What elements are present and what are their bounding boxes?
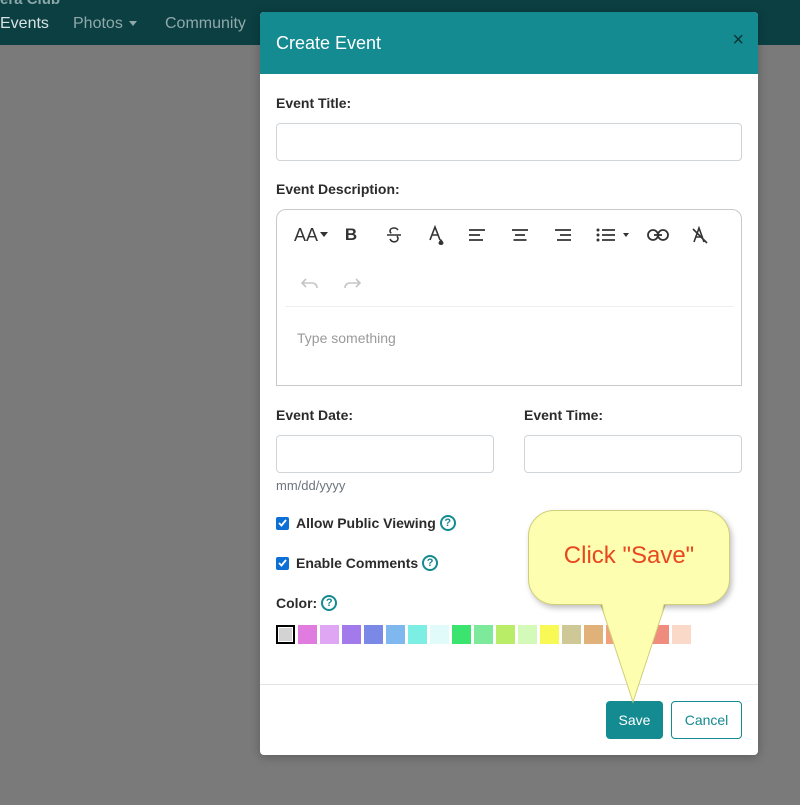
nav-item-photos-label: Photos [73, 15, 123, 32]
color-label: Color: [276, 595, 318, 611]
align-center-icon[interactable] [506, 221, 534, 249]
color-swatch[interactable] [672, 625, 691, 644]
color-swatch[interactable] [584, 625, 603, 644]
modal-title: Create Event [276, 33, 382, 53]
callout-text: Click "Save" [563, 541, 695, 569]
event-time-label: Event Time: [524, 407, 604, 423]
allow-public-viewing-checkbox[interactable] [276, 516, 289, 530]
color-swatch[interactable] [320, 625, 339, 644]
align-left-icon[interactable] [463, 221, 491, 249]
allow-public-viewing-label[interactable]: Allow Public Viewing [296, 515, 436, 531]
help-icon[interactable]: ? [439, 515, 456, 531]
color-swatch[interactable] [430, 625, 449, 644]
redo-icon[interactable] [338, 270, 366, 298]
undo-icon[interactable] [296, 270, 324, 298]
allow-public-viewing-row: Allow Public Viewing ? [276, 515, 456, 531]
nav-item-photos[interactable]: Photos [73, 15, 137, 33]
color-swatch[interactable] [276, 625, 295, 644]
color-swatch[interactable] [518, 625, 537, 644]
create-event-modal: Create Event × Event Title: Event Descri… [260, 12, 758, 755]
rich-text-editor: AA B Type something [276, 209, 742, 386]
list-icon[interactable] [590, 221, 636, 249]
save-button[interactable]: Save [606, 701, 663, 739]
color-swatch[interactable] [650, 625, 669, 644]
editor-placeholder[interactable]: Type something [297, 330, 396, 346]
font-size-icon[interactable]: AA [293, 221, 329, 249]
help-icon[interactable]: ? [321, 595, 338, 611]
callout-bubble: Click "Save" [528, 510, 730, 605]
event-date-input[interactable] [276, 435, 494, 473]
event-date-hint: mm/dd/yyyy [276, 478, 346, 493]
color-swatch[interactable] [364, 625, 383, 644]
event-description-label: Event Description: [276, 181, 400, 197]
cancel-button[interactable]: Cancel [671, 701, 742, 739]
color-swatch[interactable] [452, 625, 471, 644]
color-swatch[interactable] [628, 625, 647, 644]
nav-item-community[interactable]: Community [165, 15, 246, 33]
brand-name: era Club [0, 0, 60, 8]
color-swatches [276, 625, 691, 644]
color-swatch[interactable] [540, 625, 559, 644]
color-swatch[interactable] [474, 625, 493, 644]
color-swatch[interactable] [342, 625, 361, 644]
color-swatch[interactable] [562, 625, 581, 644]
align-right-icon[interactable] [549, 221, 577, 249]
font-size-glyph: AA [293, 224, 318, 245]
chevron-down-icon [128, 21, 137, 27]
bold-icon[interactable]: B [337, 221, 365, 249]
enable-comments-label[interactable]: Enable Comments [296, 555, 418, 571]
color-swatch[interactable] [606, 625, 625, 644]
help-icon[interactable]: ? [422, 555, 439, 571]
modal-footer-divider [260, 684, 758, 685]
text-color-icon[interactable] [422, 221, 450, 249]
color-swatch[interactable] [386, 625, 405, 644]
strikethrough-icon[interactable] [380, 221, 408, 249]
event-title-input[interactable] [276, 123, 742, 161]
event-date-label: Event Date: [276, 407, 354, 423]
color-swatch[interactable] [298, 625, 317, 644]
color-swatch[interactable] [496, 625, 515, 644]
color-label-row: Color: ? [276, 595, 338, 611]
bold-glyph: B [344, 225, 358, 244]
color-swatch[interactable] [408, 625, 427, 644]
editor-toolbar-divider [285, 306, 733, 307]
close-icon[interactable]: × [732, 30, 744, 50]
enable-comments-row: Enable Comments ? [276, 555, 439, 571]
nav-item-events[interactable]: Events [0, 15, 49, 33]
event-title-label: Event Title: [276, 95, 352, 111]
modal-header: Create Event × [260, 12, 758, 74]
clear-format-icon[interactable] [686, 221, 714, 249]
event-time-input[interactable] [524, 435, 742, 473]
enable-comments-checkbox[interactable] [276, 556, 289, 570]
link-icon[interactable] [644, 221, 672, 249]
